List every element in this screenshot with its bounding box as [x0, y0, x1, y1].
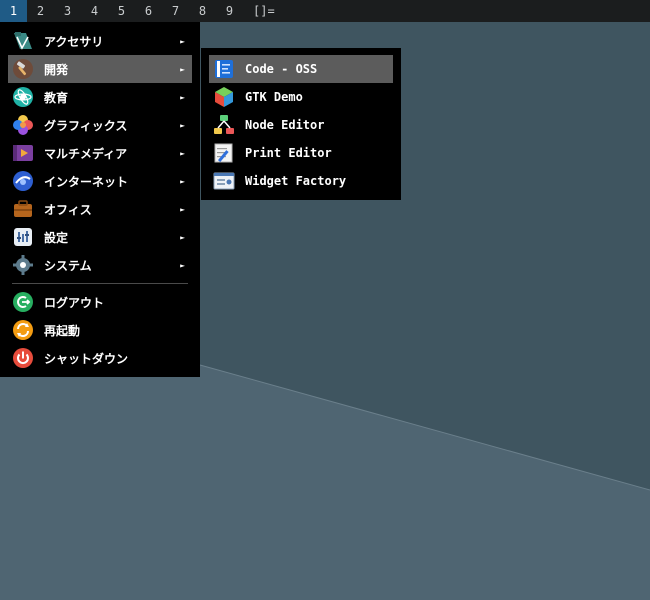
accessories-icon [12, 30, 34, 52]
workspace-5[interactable]: 5 [108, 0, 135, 22]
submenu-arrow-icon: ► [180, 204, 185, 214]
workspace-9[interactable]: 9 [216, 0, 243, 22]
internet-icon [12, 170, 34, 192]
menu-item-label: マルチメディア [44, 146, 128, 161]
node-editor-icon [213, 114, 235, 136]
menu-item-settings[interactable]: 設定 ► [8, 223, 192, 251]
submenu-arrow-icon: ► [180, 232, 185, 242]
submenu-item-label: Node Editor [245, 118, 325, 132]
menu-item-education[interactable]: 教育 ► [8, 83, 192, 111]
logout-icon [12, 291, 34, 313]
menu-item-label: 教育 [44, 90, 69, 105]
workspace-4[interactable]: 4 [81, 0, 108, 22]
menu-item-office[interactable]: オフィス ► [8, 195, 192, 223]
submenu-item-widget-factory[interactable]: Widget Factory [209, 167, 393, 195]
gtk-demo-icon [213, 86, 235, 108]
submenu-item-print-editor[interactable]: Print Editor [209, 139, 393, 167]
menu-item-logout[interactable]: ログアウト [8, 288, 192, 316]
submenu-arrow-icon: ► [180, 120, 185, 130]
menu-item-label: オフィス [44, 202, 92, 217]
submenu-item-gtk-demo[interactable]: GTK Demo [209, 83, 393, 111]
menu-item-multimedia[interactable]: マルチメディア ► [8, 139, 192, 167]
menu-item-label: 開発 [44, 62, 69, 77]
submenu-item-label: Code - OSS [245, 62, 318, 76]
workspace-7[interactable]: 7 [162, 0, 189, 22]
submenu-item-code-oss[interactable]: Code - OSS [209, 55, 393, 83]
application-menu: アクセサリ ► 開発 ► 教育 ► グラフィックス ► マルチメディア ► イン [0, 22, 200, 377]
menu-item-development[interactable]: 開発 ► [8, 55, 192, 83]
workspace-2[interactable]: 2 [27, 0, 54, 22]
menu-item-shutdown[interactable]: シャットダウン [8, 344, 192, 372]
submenu-item-node-editor[interactable]: Node Editor [209, 111, 393, 139]
menu-item-label: アクセサリ [44, 34, 104, 49]
menu-item-label: システム [44, 258, 92, 273]
code-oss-icon [213, 58, 235, 80]
menu-item-system[interactable]: システム ► [8, 251, 192, 279]
development-icon [12, 58, 34, 80]
submenu-arrow-icon: ► [180, 260, 185, 270]
shutdown-icon [12, 347, 34, 369]
menu-item-internet[interactable]: インターネット ► [8, 167, 192, 195]
submenu-item-label: GTK Demo [245, 90, 303, 104]
education-icon [12, 86, 34, 108]
menu-item-label: インターネット [44, 174, 129, 189]
menu-item-graphics[interactable]: グラフィックス ► [8, 111, 192, 139]
submenu-arrow-icon: ► [180, 64, 185, 74]
multimedia-icon [12, 142, 34, 164]
menu-separator [12, 283, 188, 284]
submenu-arrow-icon: ► [180, 176, 185, 186]
submenu-item-label: Print Editor [245, 146, 332, 160]
development-submenu: Code - OSS GTK Demo Node Editor Print Ed… [201, 48, 401, 200]
workspace-1[interactable]: 1 [0, 0, 27, 22]
menu-item-label: シャットダウン [44, 351, 129, 366]
menu-item-label: グラフィックス [44, 118, 128, 133]
submenu-arrow-icon: ► [180, 92, 185, 102]
menu-item-label: 再起動 [44, 323, 81, 338]
menu-item-label: 設定 [44, 230, 69, 245]
workspace-8[interactable]: 8 [189, 0, 216, 22]
system-icon [12, 254, 34, 276]
workspace-6[interactable]: 6 [135, 0, 162, 22]
submenu-item-label: Widget Factory [245, 174, 347, 188]
office-icon [12, 198, 34, 220]
menu-item-label: ログアウト [44, 295, 105, 310]
submenu-arrow-icon: ► [180, 36, 185, 46]
graphics-icon [12, 114, 34, 136]
workspace-3[interactable]: 3 [54, 0, 81, 22]
print-editor-icon [213, 142, 235, 164]
menu-item-accessories[interactable]: アクセサリ ► [8, 27, 192, 55]
top-bar: 1 2 3 4 5 6 7 8 9 []= [0, 0, 650, 22]
widget-factory-icon [213, 170, 235, 192]
submenu-arrow-icon: ► [180, 148, 185, 158]
layout-indicator[interactable]: []= [253, 4, 275, 18]
menu-item-reboot[interactable]: 再起動 [8, 316, 192, 344]
settings-icon [12, 226, 34, 248]
reboot-icon [12, 319, 34, 341]
